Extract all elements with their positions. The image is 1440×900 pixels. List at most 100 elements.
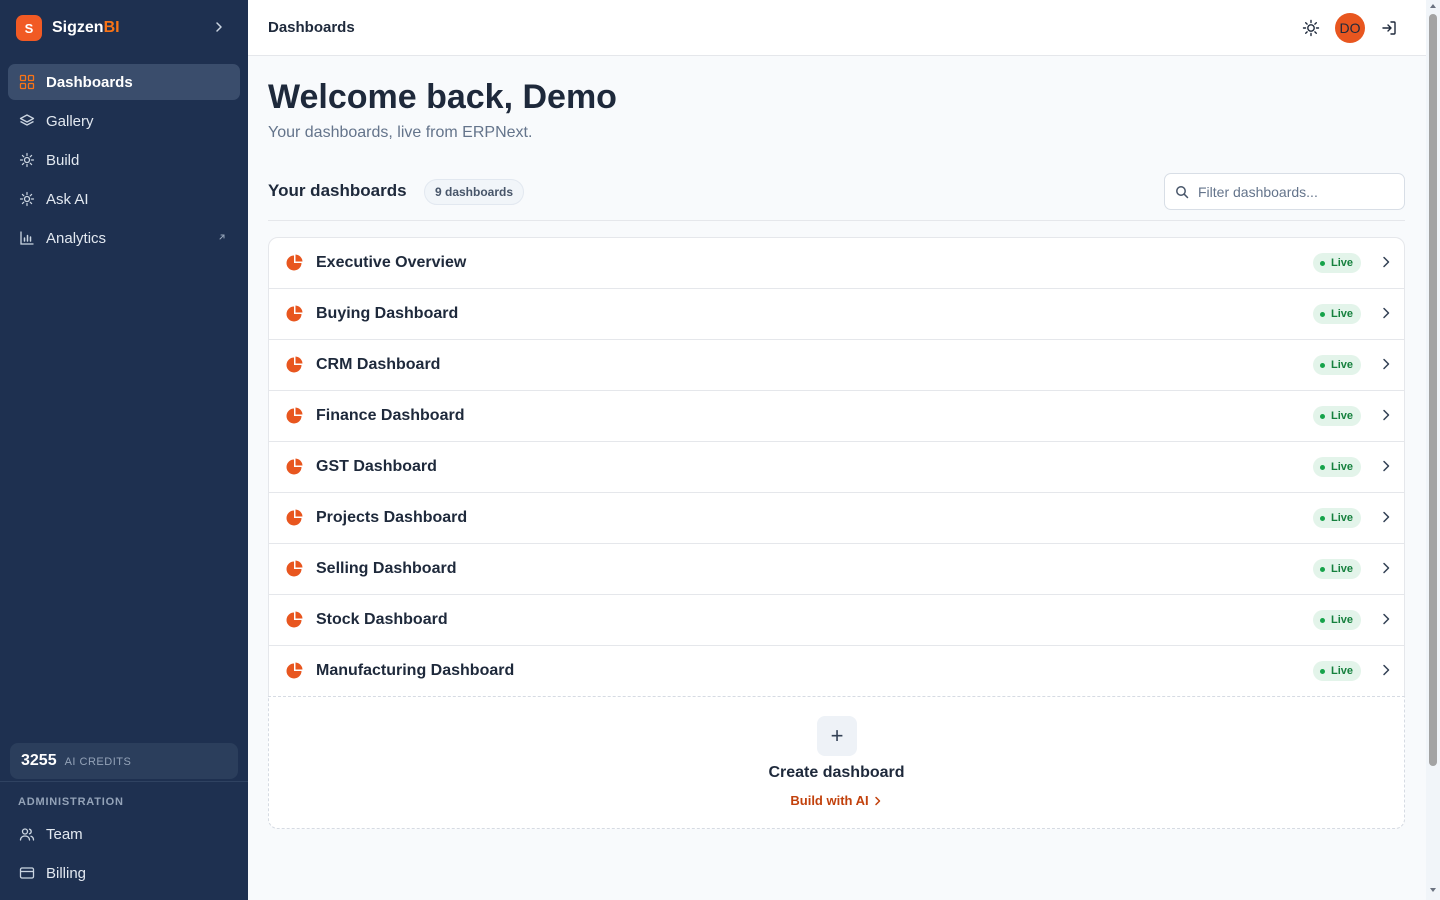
live-dot-icon (1320, 617, 1325, 623)
scroll-up-arrow-icon[interactable] (1429, 2, 1437, 10)
chevron-right-icon[interactable] (1379, 663, 1393, 677)
dashboard-row[interactable]: Finance Dashboard Live (269, 391, 1404, 442)
topbar: Dashboards DO (248, 0, 1426, 56)
avatar[interactable]: DO (1335, 13, 1365, 43)
dashboard-row[interactable]: CRM Dashboard Live (269, 340, 1404, 391)
scrollbar-thumb[interactable] (1429, 14, 1437, 766)
status-badge: Live (1313, 661, 1362, 681)
dashboard-row[interactable]: Projects Dashboard Live (269, 493, 1404, 544)
dashboard-row[interactable]: Buying Dashboard Live (269, 289, 1404, 340)
dashboard-name: Executive Overview (316, 254, 467, 271)
sidebar-divider (0, 781, 248, 782)
create-dashboard-card[interactable]: + Create dashboard Build with AI (268, 696, 1405, 829)
admin-heading: ADMINISTRATION (18, 796, 124, 808)
layers-icon (19, 113, 35, 129)
sidebar-item-label: Team (46, 825, 83, 843)
plus-icon[interactable]: + (817, 716, 857, 756)
chevron-right-icon[interactable] (1379, 408, 1393, 422)
credit-card-icon (19, 865, 35, 881)
sidebar-item-gallery[interactable]: Gallery (8, 103, 240, 139)
chevron-right-icon[interactable] (1379, 459, 1393, 473)
logout-icon[interactable] (1381, 20, 1397, 36)
status-label: Live (1331, 308, 1354, 320)
chevron-right-icon[interactable] (1379, 357, 1393, 371)
chevron-right-icon[interactable] (212, 20, 226, 34)
admin-nav: Team Billing (8, 816, 240, 894)
scrollbar[interactable] (1426, 0, 1440, 900)
search-input[interactable] (1198, 183, 1398, 200)
sparkle-icon (19, 191, 35, 207)
status-badge: Live (1313, 457, 1362, 477)
pie-chart-icon (286, 458, 303, 475)
sidebar-item-billing[interactable]: Billing (8, 855, 240, 891)
pie-chart-icon (286, 560, 303, 577)
status-badge: Live (1313, 610, 1362, 630)
sparkle-icon (19, 152, 35, 168)
grid-icon (19, 74, 35, 90)
sidebar-item-build[interactable]: Build (8, 142, 240, 178)
status-label: Live (1331, 257, 1354, 269)
dashboard-row[interactable]: Manufacturing Dashboard Live (269, 646, 1404, 697)
dashboard-count-badge: 9 dashboards (424, 179, 525, 205)
section-divider (268, 220, 1405, 221)
scroll-down-arrow-icon[interactable] (1429, 886, 1437, 894)
sidebar-item-ask-ai[interactable]: Ask AI (8, 181, 240, 217)
create-dashboard-title: Create dashboard (768, 764, 905, 781)
live-dot-icon (1320, 464, 1325, 470)
chevron-right-icon[interactable] (1379, 561, 1393, 575)
chevron-right-icon[interactable] (1379, 306, 1393, 320)
status-badge: Live (1313, 355, 1362, 375)
dashboard-row[interactable]: Executive Overview Live (269, 238, 1404, 289)
bar-chart-icon (19, 230, 35, 246)
status-badge: Live (1313, 559, 1362, 579)
pie-chart-icon (286, 356, 303, 373)
pie-chart-icon (286, 611, 303, 628)
sidebar: S SigzenBI Dashboards Gallery Build Ask … (0, 0, 248, 900)
sun-icon[interactable] (1302, 19, 1320, 37)
pie-chart-icon (286, 662, 303, 679)
live-dot-icon (1320, 515, 1325, 521)
status-badge: Live (1313, 508, 1362, 528)
brand-name-accent: BI (103, 19, 120, 36)
dashboard-list: Executive Overview Live Buying Dashboard Li… (268, 237, 1405, 829)
sidebar-item-dashboards[interactable]: Dashboards (8, 64, 240, 100)
status-label: Live (1331, 512, 1354, 524)
build-with-ai-label: Build with AI (790, 793, 869, 808)
page-subtitle: Your dashboards, live from ERPNext. (268, 124, 533, 141)
ai-credits-label: AI CREDITS (64, 756, 132, 768)
sidebar-item-label: Dashboards (46, 73, 133, 91)
chevron-right-icon[interactable] (1379, 612, 1393, 626)
status-badge: Live (1313, 253, 1362, 273)
dashboard-row[interactable]: Stock Dashboard Live (269, 595, 1404, 646)
sidebar-item-team[interactable]: Team (8, 816, 240, 852)
sidebar-item-label: Ask AI (46, 190, 89, 208)
pie-chart-icon (286, 254, 303, 271)
page-title: Welcome back, Demo (268, 78, 617, 116)
chevron-right-icon[interactable] (1379, 255, 1393, 269)
live-dot-icon (1320, 311, 1325, 317)
dashboard-name: Buying Dashboard (316, 305, 459, 322)
search-icon (1176, 185, 1189, 198)
dashboard-name: Selling Dashboard (316, 560, 457, 577)
search-field[interactable] (1164, 173, 1405, 210)
brand[interactable]: S SigzenBI (16, 15, 120, 41)
sidebar-item-label: Analytics (46, 229, 107, 247)
dashboard-row[interactable]: GST Dashboard Live (269, 442, 1404, 493)
pie-chart-icon (286, 305, 303, 322)
dashboard-name: GST Dashboard (316, 458, 437, 475)
sidebar-item-label: Gallery (46, 112, 94, 130)
dashboard-row[interactable]: Selling Dashboard Live (269, 544, 1404, 595)
pie-chart-icon (286, 509, 303, 526)
ai-credits: 3255 AI CREDITS (10, 743, 238, 779)
page-breadcrumb: Dashboards (268, 19, 355, 36)
status-label: Live (1331, 359, 1354, 371)
build-with-ai-link[interactable]: Build with AI (269, 793, 1404, 808)
chevron-right-icon (874, 796, 880, 806)
live-dot-icon (1320, 413, 1325, 419)
dashboard-name: CRM Dashboard (316, 356, 441, 373)
sidebar-item-analytics[interactable]: Analytics (8, 220, 240, 256)
chevron-right-icon[interactable] (1379, 510, 1393, 524)
brand-name: SigzenBI (52, 19, 120, 37)
status-label: Live (1331, 614, 1354, 626)
status-badge: Live (1313, 304, 1362, 324)
